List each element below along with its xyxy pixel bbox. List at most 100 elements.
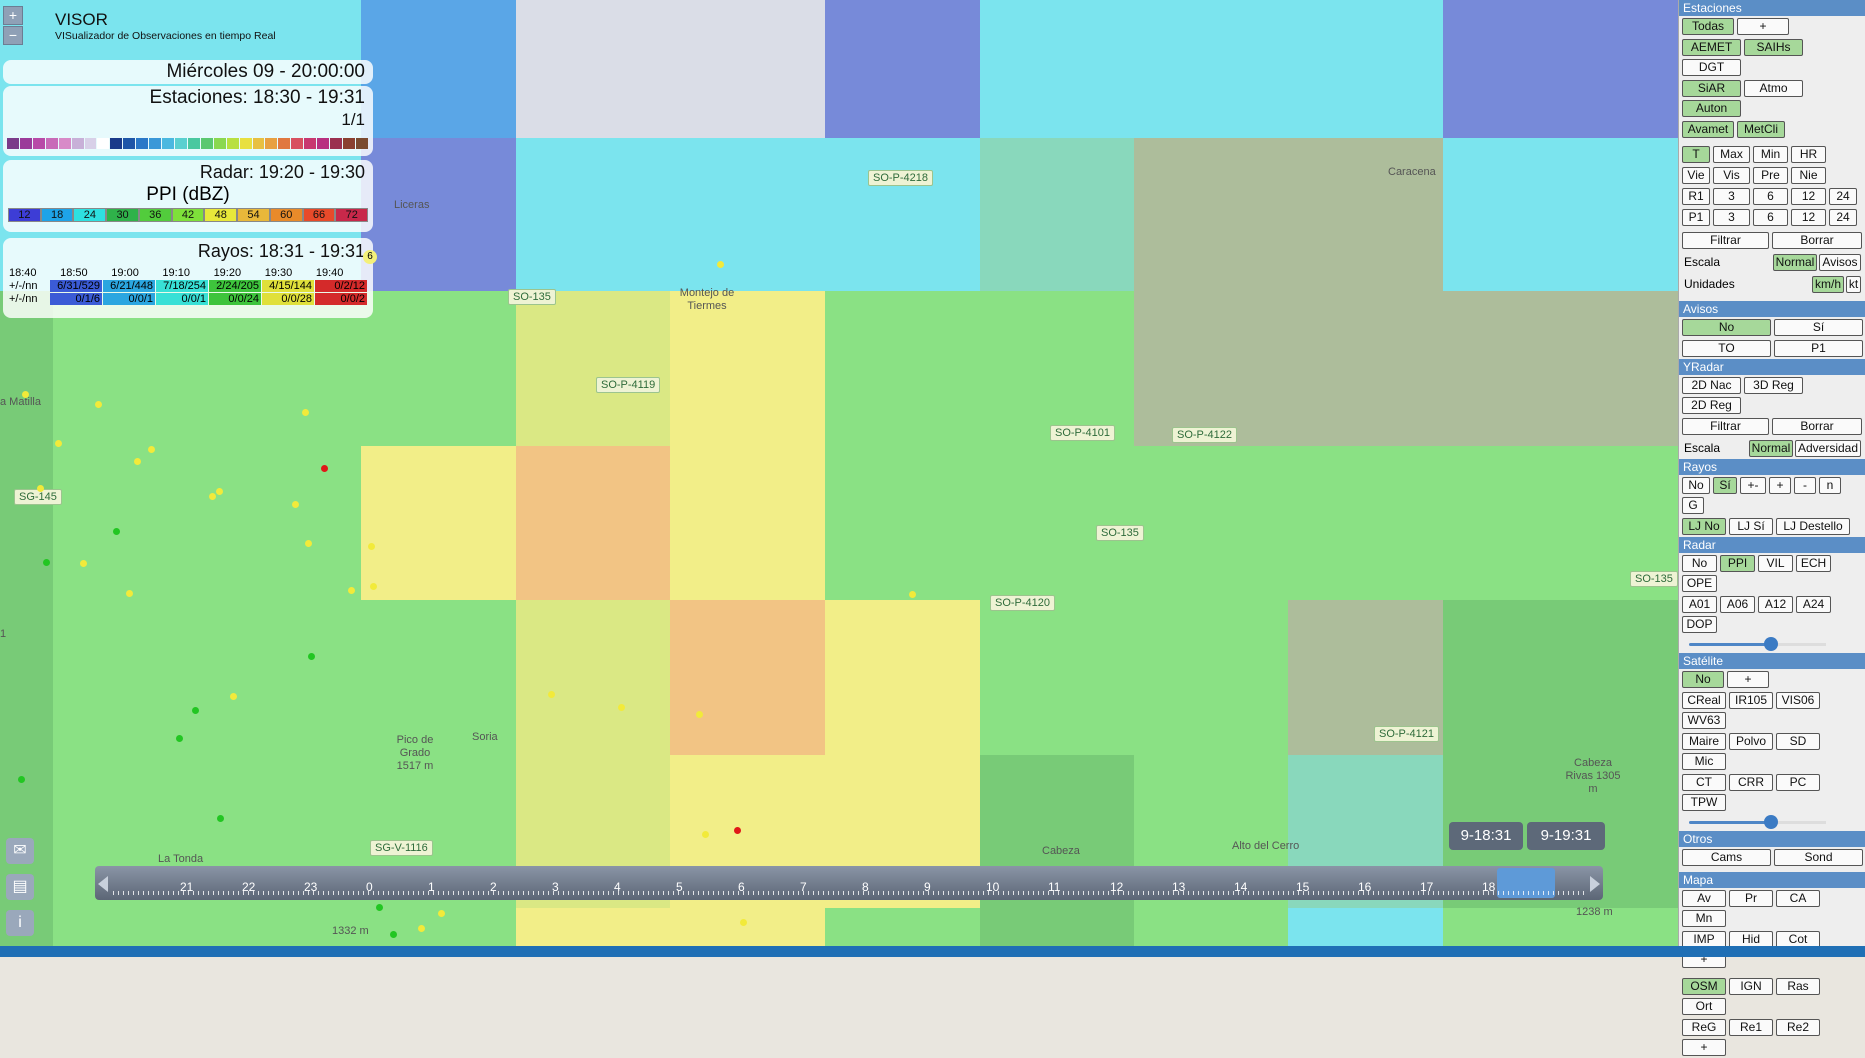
yr-button-3d-reg[interactable]: 3D Reg <box>1744 377 1803 394</box>
ray-button--[interactable]: - <box>1794 477 1816 494</box>
satellite-opacity-slider[interactable] <box>1689 815 1826 829</box>
est-button-aemet[interactable]: AEMET <box>1682 39 1741 56</box>
var-button-12[interactable]: 12 <box>1791 188 1826 205</box>
sat-button-maire[interactable]: Maire <box>1682 733 1726 750</box>
var-button-6[interactable]: 6 <box>1753 209 1788 226</box>
var-button-12[interactable]: 12 <box>1791 209 1826 226</box>
est-button-todas[interactable]: Todas <box>1682 18 1734 35</box>
timeline-next-icon[interactable] <box>1590 876 1600 892</box>
map-button--[interactable]: + <box>1682 1039 1726 1056</box>
ray-button--[interactable]: + <box>1769 477 1791 494</box>
yradar-scale-adversidad-button[interactable]: Adversidad <box>1795 439 1861 457</box>
rad-button-a01[interactable]: A01 <box>1682 596 1717 613</box>
est-button-metcli[interactable]: MetCli <box>1737 121 1785 138</box>
filter-stations-button[interactable]: Filtrar <box>1682 232 1769 249</box>
yr-button-2d-reg[interactable]: 2D Reg <box>1682 397 1741 414</box>
sat-button-tpw[interactable]: TPW <box>1682 794 1726 811</box>
sat-button-polvo[interactable]: Polvo <box>1729 733 1773 750</box>
ray-button-lj-no[interactable]: LJ No <box>1682 518 1726 535</box>
var-button-nie[interactable]: Nie <box>1791 167 1826 184</box>
map-button-pr[interactable]: Pr <box>1729 890 1773 907</box>
yradar-scale-normal-button[interactable]: Normal <box>1749 439 1793 457</box>
info-icon[interactable]: i <box>6 910 34 936</box>
sat-button-crr[interactable]: CRR <box>1729 774 1773 791</box>
otr-button-sond[interactable]: Sond <box>1774 849 1863 866</box>
rad-button-vil[interactable]: VIL <box>1758 555 1793 572</box>
est-button-atmo[interactable]: Atmo <box>1744 80 1803 97</box>
map-button-ort[interactable]: Ort <box>1682 998 1726 1015</box>
sat-button-creal[interactable]: CReal <box>1682 692 1726 709</box>
var-button-24[interactable]: 24 <box>1829 188 1857 205</box>
avi-button-sí[interactable]: Sí <box>1774 319 1863 336</box>
sat-button-mic[interactable]: Mic <box>1682 753 1726 770</box>
yr-button-2d-nac[interactable]: 2D Nac <box>1682 377 1741 394</box>
rad-button-no[interactable]: No <box>1682 555 1717 572</box>
map-button-av[interactable]: Av <box>1682 890 1726 907</box>
zoom-in-button[interactable]: + <box>3 6 23 25</box>
var-button-t[interactable]: T <box>1682 146 1710 163</box>
sat-button-ct[interactable]: CT <box>1682 774 1726 791</box>
est-button-auton[interactable]: Auton <box>1682 100 1741 117</box>
news-icon[interactable]: ▤ <box>6 874 34 900</box>
avi-button-to[interactable]: TO <box>1682 340 1771 357</box>
est-button-dgt[interactable]: DGT <box>1682 59 1741 76</box>
filter-yradar-button[interactable]: Filtrar <box>1682 418 1769 435</box>
ray-button-sí[interactable]: Sí <box>1713 477 1737 494</box>
scale-avisos-button[interactable]: Avisos <box>1819 253 1861 271</box>
est-button-saihs[interactable]: SAIHs <box>1744 39 1803 56</box>
var-button-min[interactable]: Min <box>1753 146 1788 163</box>
map-button-re1[interactable]: Re1 <box>1729 1019 1773 1036</box>
var-button-r1[interactable]: R1 <box>1682 188 1710 205</box>
ray-button-lj-destello[interactable]: LJ Destello <box>1776 518 1850 535</box>
map-button-re2[interactable]: Re2 <box>1776 1019 1820 1036</box>
timeline-prev-icon[interactable] <box>98 876 108 892</box>
zoom-out-button[interactable]: − <box>3 26 23 45</box>
var-button-max[interactable]: Max <box>1713 146 1750 163</box>
sat-button-wv63[interactable]: WV63 <box>1682 712 1726 729</box>
map-button-ras[interactable]: Ras <box>1776 978 1820 995</box>
rad-button-dop[interactable]: DOP <box>1682 616 1717 633</box>
avi-button-p1[interactable]: P1 <box>1774 340 1863 357</box>
sat-button-ir105[interactable]: IR105 <box>1729 692 1773 709</box>
ray-button-lj-sí[interactable]: LJ Sí <box>1729 518 1773 535</box>
rad-button-ope[interactable]: OPE <box>1682 575 1717 592</box>
units-kt-button[interactable]: kt <box>1846 275 1861 293</box>
var-button-3[interactable]: 3 <box>1713 209 1750 226</box>
ray-button--[interactable]: +- <box>1740 477 1766 494</box>
otr-button-cams[interactable]: Cams <box>1682 849 1771 866</box>
var-button-pre[interactable]: Pre <box>1753 167 1788 184</box>
timeline-selection[interactable] <box>1497 868 1555 898</box>
var-button-24[interactable]: 24 <box>1829 209 1857 226</box>
mail-icon[interactable]: ✉ <box>6 838 34 864</box>
clear-yradar-button[interactable]: Borrar <box>1772 418 1862 435</box>
est-button-siar[interactable]: SiAR <box>1682 80 1741 97</box>
scale-normal-button[interactable]: Normal <box>1773 253 1817 271</box>
ray-button-g[interactable]: G <box>1682 497 1704 514</box>
var-button-vis[interactable]: Vis <box>1713 167 1750 184</box>
var-button-p1[interactable]: P1 <box>1682 209 1710 226</box>
est-button--[interactable]: + <box>1737 18 1789 35</box>
var-button-hr[interactable]: HR <box>1791 146 1826 163</box>
sat-button-sd[interactable]: SD <box>1776 733 1820 750</box>
est-button-avamet[interactable]: Avamet <box>1682 121 1734 138</box>
rad-button-a24[interactable]: A24 <box>1796 596 1831 613</box>
time-slider[interactable]: 21 22 23 0 1 2 3 4 5 6 7 8 9 10 11 12 13 14 15 16 17 18 <box>95 866 1603 900</box>
rad-button-ppi[interactable]: PPI <box>1720 555 1755 572</box>
radar-opacity-slider[interactable] <box>1689 637 1826 651</box>
sat-button-vis06[interactable]: VIS06 <box>1776 692 1820 709</box>
ray-button-no[interactable]: No <box>1682 477 1710 494</box>
rad-button-a12[interactable]: A12 <box>1758 596 1793 613</box>
map-button-ca[interactable]: CA <box>1776 890 1820 907</box>
var-button-6[interactable]: 6 <box>1753 188 1788 205</box>
map-button-mn[interactable]: Mn <box>1682 910 1726 927</box>
map-button-reg[interactable]: ReG <box>1682 1019 1726 1036</box>
var-button-vie[interactable]: Vie <box>1682 167 1710 184</box>
sat-button-no[interactable]: No <box>1682 671 1724 688</box>
sat-button-pc[interactable]: PC <box>1776 774 1820 791</box>
rad-button-ech[interactable]: ECH <box>1796 555 1831 572</box>
rad-button-a06[interactable]: A06 <box>1720 596 1755 613</box>
avi-button-no[interactable]: No <box>1682 319 1771 336</box>
var-button-3[interactable]: 3 <box>1713 188 1750 205</box>
sat-button--[interactable]: + <box>1727 671 1769 688</box>
map-button-ign[interactable]: IGN <box>1729 978 1773 995</box>
